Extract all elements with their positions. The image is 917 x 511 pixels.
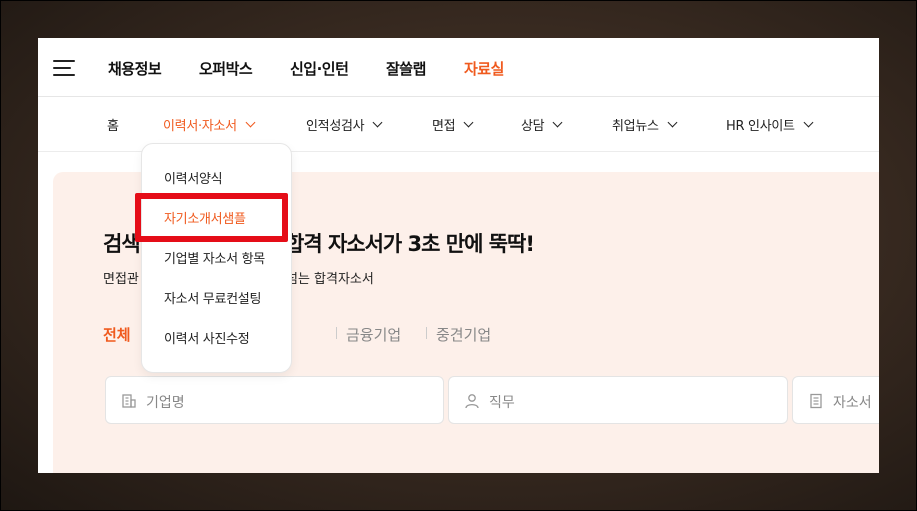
top-nav-item-offerbox[interactable]: 오퍼박스	[199, 58, 253, 79]
tab-divider	[426, 327, 427, 339]
sub-nav-label: 이력서·자소서	[163, 119, 237, 134]
tab-divider	[336, 327, 337, 339]
chevron-down-icon	[803, 117, 814, 128]
menu-icon[interactable]	[53, 60, 77, 78]
essay-search-field[interactable]: 자소서	[792, 376, 879, 424]
menu-item-resume-photo-edit[interactable]: 이력서 사진수정	[164, 328, 250, 347]
top-nav-item-writing-lab[interactable]: 잘쓸랩	[386, 58, 426, 79]
chevron-down-icon	[552, 117, 563, 128]
sub-nav-label: 홈	[107, 119, 119, 134]
sub-nav-item-home[interactable]: 홈	[107, 115, 119, 134]
person-icon	[465, 394, 479, 409]
sub-nav-item-news[interactable]: 취업뉴스	[612, 115, 678, 134]
top-nav: 채용정보 오퍼박스 신입·인턴 잘쓸랩 자료실	[38, 38, 879, 97]
chevron-down-icon	[372, 117, 383, 128]
company-search-field[interactable]: 기업명	[105, 376, 444, 424]
subline-end: 넘는 합격자소서	[286, 272, 374, 287]
browser-page: 채용정보 오퍼박스 신입·인턴 잘쓸랩 자료실 홈 이력서·자소서 인적성검사 …	[38, 38, 879, 473]
menu-item-company-essay-questions[interactable]: 기업별 자소서 항목	[164, 248, 265, 267]
chevron-down-icon	[463, 117, 474, 128]
sub-nav-item-counseling[interactable]: 상담	[521, 115, 563, 134]
subline-start: 면접관	[103, 272, 139, 287]
job-search-field[interactable]: 직무	[448, 376, 788, 424]
menu-item-resume-template[interactable]: 이력서양식	[164, 168, 223, 187]
sub-nav-item-interview[interactable]: 면접	[432, 115, 474, 134]
sub-nav-label: 면접	[432, 119, 456, 134]
tab-midsize[interactable]: 중견기업	[436, 324, 491, 345]
document-icon	[810, 393, 822, 409]
resume-dropdown-menu: 이력서양식 자기소개서샘플 기업별 자소서 항목 자소서 무료컨설팅 이력서 사…	[141, 143, 292, 373]
sub-nav-label: 취업뉴스	[612, 119, 659, 134]
company-placeholder: 기업명	[146, 395, 185, 411]
top-nav-item-jobs[interactable]: 채용정보	[108, 58, 162, 79]
chevron-down-icon	[667, 117, 678, 128]
essay-placeholder: 자소서	[833, 395, 872, 411]
sub-nav-item-hr-insight[interactable]: HR 인사이트	[726, 115, 814, 134]
red-highlight-box	[135, 193, 288, 242]
sub-nav-label: 인적성검사	[306, 119, 365, 134]
sub-nav-label: HR 인사이트	[726, 119, 795, 134]
sub-nav-item-aptitude[interactable]: 인적성검사	[306, 115, 383, 134]
top-nav-item-resources[interactable]: 자료실	[464, 58, 504, 79]
menu-item-free-essay-consulting[interactable]: 자소서 무료컨설팅	[164, 288, 261, 307]
headline-end: 합격 자소서가 3초 만에 뚝딱!	[285, 232, 535, 256]
job-placeholder: 직무	[489, 395, 515, 411]
tab-finance[interactable]: 금융기업	[346, 324, 401, 345]
chevron-down-icon	[245, 117, 256, 128]
tab-all[interactable]: 전체	[103, 324, 131, 345]
sub-nav-item-resume[interactable]: 이력서·자소서	[163, 115, 256, 134]
top-nav-item-newcomer-intern[interactable]: 신입·인턴	[290, 58, 349, 79]
sub-nav-label: 상담	[521, 119, 545, 134]
building-icon	[122, 394, 136, 408]
